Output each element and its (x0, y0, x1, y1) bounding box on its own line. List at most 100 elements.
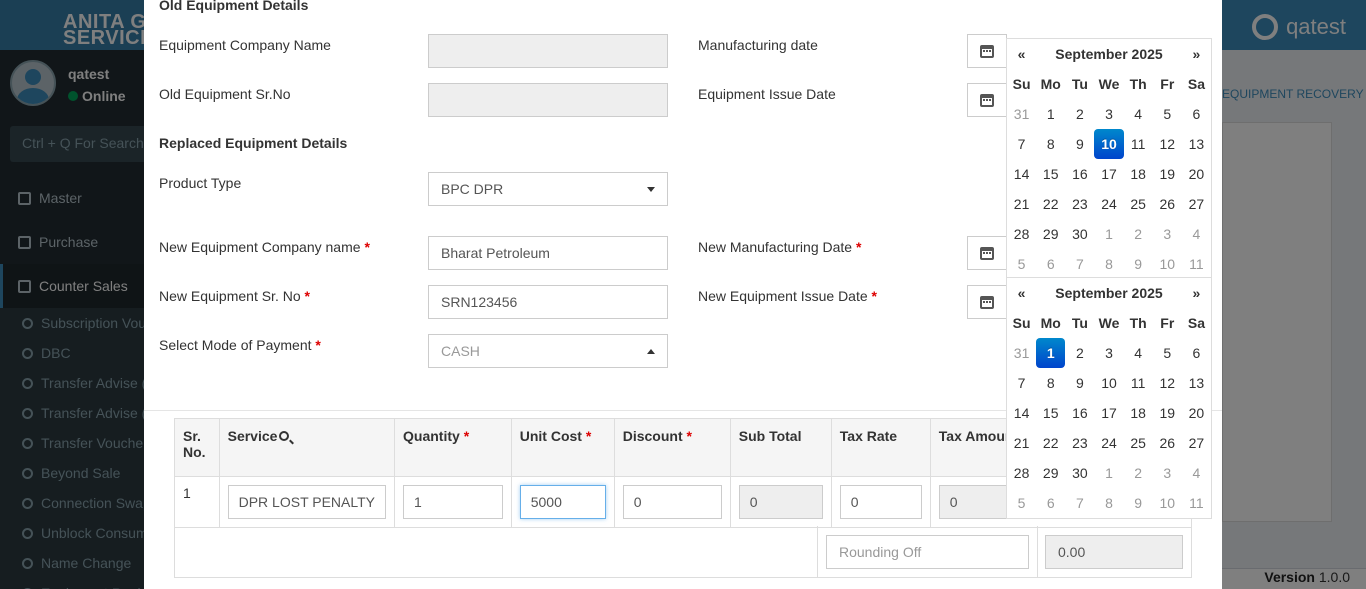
service-input[interactable]: DPR LOST PENALTY (227, 485, 387, 519)
datepicker-day[interactable]: 4 (1182, 458, 1211, 488)
datepicker-day[interactable]: 5 (1007, 249, 1036, 279)
datepicker-day[interactable]: 17 (1094, 398, 1123, 428)
datepicker-day[interactable]: 4 (1124, 99, 1153, 129)
datepicker-next-button[interactable]: » (1182, 39, 1211, 69)
datepicker-day[interactable]: 16 (1065, 159, 1094, 189)
datepicker-day[interactable]: 30 (1065, 219, 1094, 249)
datepicker-day[interactable]: 19 (1153, 159, 1182, 189)
old-sr-field[interactable] (428, 83, 668, 117)
datepicker-day[interactable]: 4 (1124, 338, 1153, 368)
datepicker-day[interactable]: 28 (1007, 458, 1036, 488)
datepicker-day[interactable]: 24 (1094, 189, 1123, 219)
datepicker-day[interactable]: 12 (1153, 129, 1182, 159)
datepicker-day[interactable]: 21 (1007, 428, 1036, 458)
datepicker-day[interactable]: 21 (1007, 189, 1036, 219)
datepicker-day[interactable]: 10 (1153, 249, 1182, 279)
datepicker-day[interactable]: 15 (1036, 398, 1065, 428)
datepicker-day[interactable]: 27 (1182, 189, 1211, 219)
datepicker-day[interactable]: 7 (1007, 368, 1036, 398)
datepicker-day[interactable]: 1 (1094, 219, 1123, 249)
datepicker-next-button[interactable]: » (1182, 278, 1211, 308)
datepicker-day[interactable]: 7 (1065, 488, 1094, 518)
datepicker-day[interactable]: 6 (1036, 488, 1065, 518)
datepicker-day[interactable]: 8 (1094, 488, 1123, 518)
datepicker-day[interactable]: 10 (1094, 368, 1123, 398)
quantity-input[interactable]: 1 (403, 485, 503, 519)
product-type-select[interactable]: BPC DPR (428, 172, 668, 206)
datepicker-day[interactable]: 6 (1182, 338, 1211, 368)
datepicker-day[interactable]: 6 (1182, 99, 1211, 129)
datepicker-day[interactable]: 29 (1036, 458, 1065, 488)
datepicker-day[interactable]: 2 (1065, 99, 1094, 129)
datepicker-day[interactable]: 13 (1182, 368, 1211, 398)
datepicker-day[interactable]: 31 (1007, 338, 1036, 368)
datepicker-day[interactable]: 30 (1065, 458, 1094, 488)
datepicker-day[interactable]: 2 (1124, 458, 1153, 488)
datepicker-day[interactable]: 5 (1153, 99, 1182, 129)
datepicker-day[interactable]: 23 (1065, 428, 1094, 458)
datepicker-day[interactable]: 25 (1124, 189, 1153, 219)
datepicker-day[interactable]: 9 (1065, 368, 1094, 398)
datepicker-day[interactable]: 11 (1124, 129, 1153, 159)
datepicker-day[interactable]: 10 (1094, 129, 1124, 159)
datepicker-day[interactable]: 22 (1036, 428, 1065, 458)
datepicker-day[interactable]: 7 (1065, 249, 1094, 279)
issue-date-calendar-button[interactable] (967, 83, 1007, 117)
datepicker-day[interactable]: 5 (1007, 488, 1036, 518)
datepicker-day[interactable]: 4 (1182, 219, 1211, 249)
datepicker-day[interactable]: 15 (1036, 159, 1065, 189)
datepicker-day[interactable]: 25 (1124, 428, 1153, 458)
datepicker-day[interactable]: 10 (1153, 488, 1182, 518)
datepicker-day[interactable]: 11 (1182, 249, 1211, 279)
new-mfg-date-calendar-button[interactable] (967, 236, 1007, 270)
datepicker-day[interactable]: 22 (1036, 189, 1065, 219)
datepicker-day[interactable]: 23 (1065, 189, 1094, 219)
datepicker-month-switch[interactable]: September 2025 (1036, 39, 1182, 69)
datepicker-day[interactable]: 24 (1094, 428, 1123, 458)
datepicker-day[interactable]: 3 (1094, 99, 1123, 129)
datepicker-day[interactable]: 18 (1124, 398, 1153, 428)
datepicker-day[interactable]: 31 (1007, 99, 1036, 129)
datepicker-day[interactable]: 1 (1036, 99, 1065, 129)
datepicker-day[interactable]: 9 (1124, 488, 1153, 518)
datepicker-day[interactable]: 2 (1124, 219, 1153, 249)
datepicker-day[interactable]: 5 (1153, 338, 1182, 368)
datepicker-day[interactable]: 6 (1036, 249, 1065, 279)
datepicker-prev-button[interactable]: « (1007, 278, 1036, 308)
datepicker-day[interactable]: 8 (1036, 129, 1065, 159)
datepicker-day[interactable]: 9 (1065, 129, 1094, 159)
new-sr-input[interactable]: SRN123456 (428, 285, 668, 319)
datepicker-day[interactable]: 8 (1036, 368, 1065, 398)
datepicker-day[interactable]: 29 (1036, 219, 1065, 249)
datepicker-day[interactable]: 20 (1182, 398, 1211, 428)
datepicker-day[interactable]: 7 (1007, 129, 1036, 159)
datepicker-day[interactable]: 17 (1094, 159, 1123, 189)
datepicker-day[interactable]: 14 (1007, 159, 1036, 189)
datepicker-day[interactable]: 3 (1153, 458, 1182, 488)
datepicker-day[interactable]: 3 (1094, 338, 1123, 368)
datepicker-day[interactable]: 26 (1153, 189, 1182, 219)
datepicker-day[interactable]: 1 (1094, 458, 1123, 488)
manufacturing-date-calendar-button[interactable] (967, 34, 1007, 68)
datepicker-day[interactable]: 2 (1065, 338, 1094, 368)
search-icon[interactable] (279, 431, 290, 441)
new-issue-date-calendar-button[interactable] (967, 285, 1007, 319)
datepicker-day[interactable]: 11 (1124, 368, 1153, 398)
rounding-off-input[interactable]: Rounding Off (826, 535, 1029, 569)
datepicker-day[interactable]: 28 (1007, 219, 1036, 249)
discount-input[interactable]: 0 (622, 485, 722, 519)
datepicker-prev-button[interactable]: « (1007, 39, 1036, 69)
new-company-input[interactable]: Bharat Petroleum (428, 236, 668, 270)
datepicker-day[interactable]: 1 (1036, 338, 1066, 368)
tax-rate-input[interactable]: 0 (839, 485, 922, 519)
datepicker-month-switch[interactable]: September 2025 (1036, 278, 1182, 308)
datepicker-day[interactable]: 3 (1153, 219, 1182, 249)
datepicker-day[interactable]: 27 (1182, 428, 1211, 458)
datepicker-day[interactable]: 26 (1153, 428, 1182, 458)
datepicker-day[interactable]: 19 (1153, 398, 1182, 428)
datepicker-day[interactable]: 9 (1124, 249, 1153, 279)
unit-cost-input[interactable]: 5000 (519, 485, 606, 519)
datepicker-day[interactable]: 8 (1094, 249, 1123, 279)
datepicker-day[interactable]: 14 (1007, 398, 1036, 428)
datepicker-day[interactable]: 11 (1182, 488, 1211, 518)
